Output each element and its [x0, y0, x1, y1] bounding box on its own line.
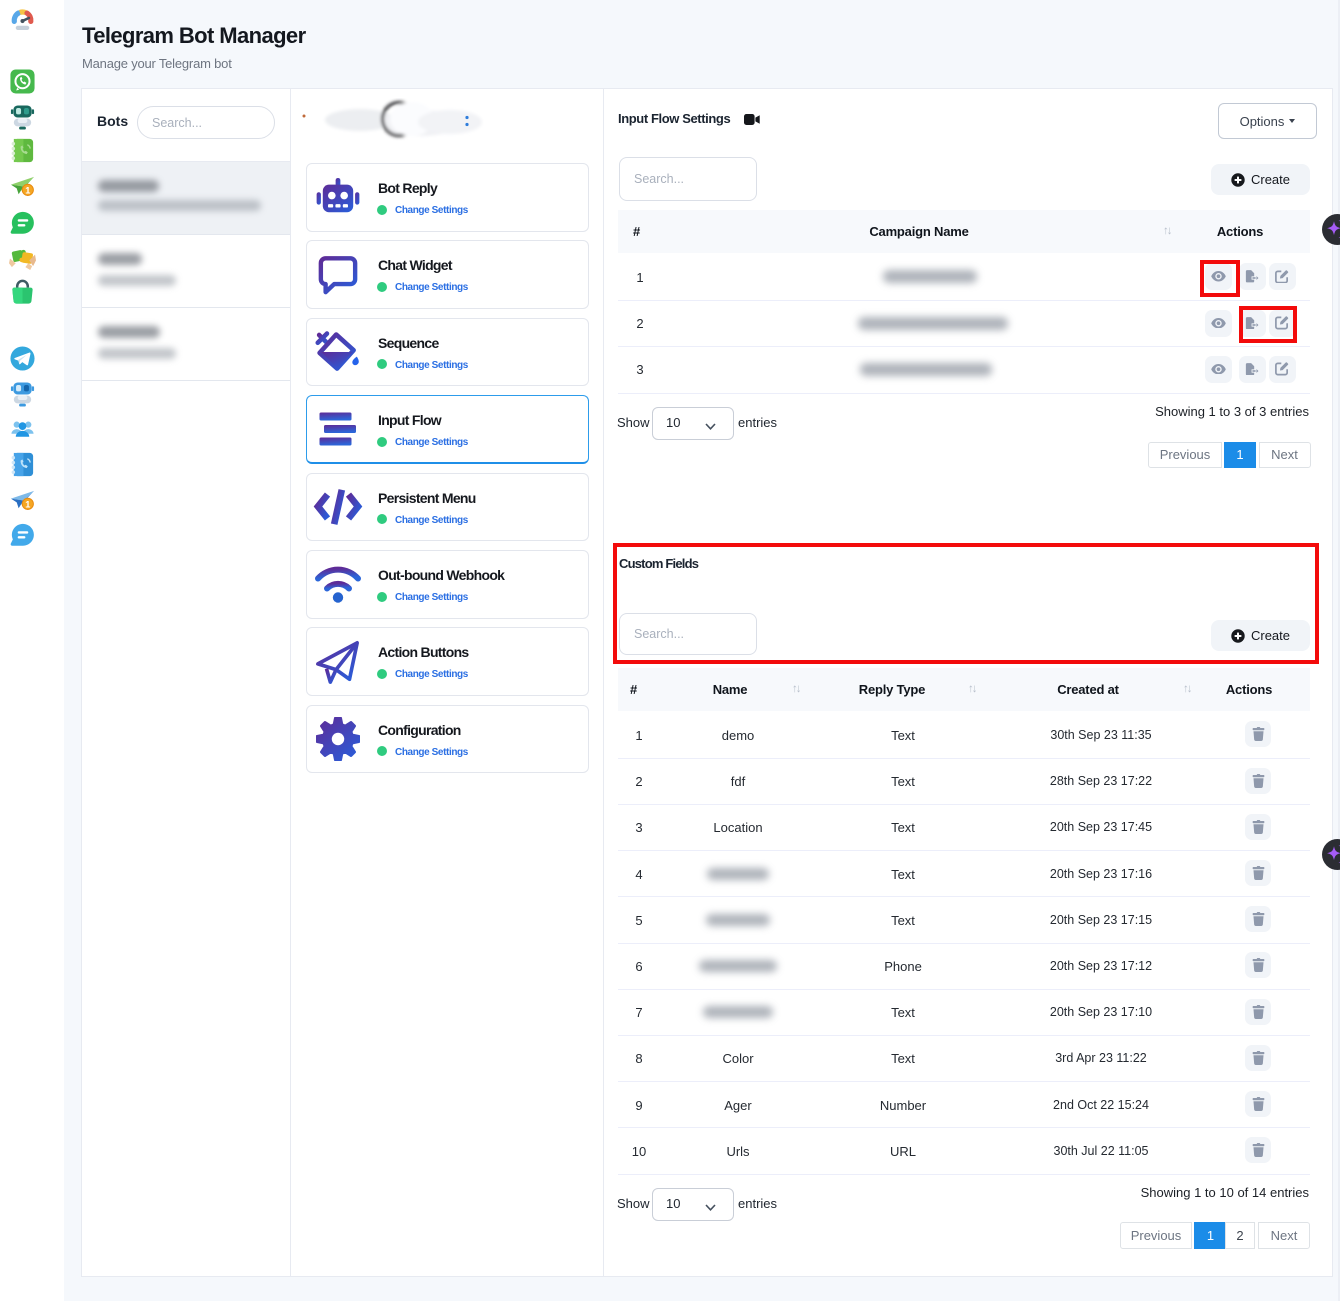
svg-text:1: 1 — [25, 185, 30, 195]
svg-text:1: 1 — [25, 499, 30, 509]
